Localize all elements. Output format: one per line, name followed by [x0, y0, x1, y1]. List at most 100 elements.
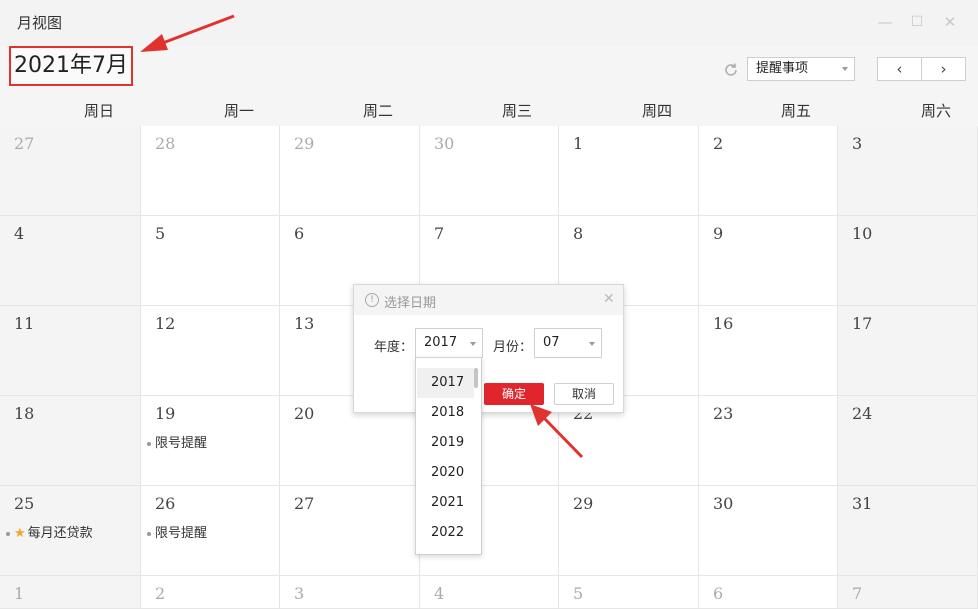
day-number: 6 [713, 584, 724, 603]
month-label: 月份： [493, 340, 533, 355]
refresh-icon[interactable] [723, 62, 739, 78]
year-option[interactable]: 2017 [417, 368, 474, 398]
day-number: 10 [852, 224, 873, 243]
day-cell[interactable]: 2 [141, 576, 280, 609]
day-cell[interactable]: 25 ★ 每月还贷款 [0, 486, 141, 576]
day-cell[interactable]: 30 [699, 486, 838, 576]
confirm-button[interactable]: 确定 [484, 383, 544, 405]
year-option[interactable]: 2019 [417, 428, 474, 458]
day-number: 4 [14, 224, 25, 243]
cancel-button[interactable]: 取消 [554, 383, 614, 405]
day-number: 29 [294, 134, 315, 153]
day-number: 27 [294, 494, 315, 513]
day-cell[interactable]: 5 [559, 576, 699, 609]
day-cell[interactable]: 26 限号提醒 [141, 486, 280, 576]
day-cell[interactable]: 29 [280, 126, 420, 216]
day-number: 12 [155, 314, 176, 333]
date-picker-dialog: ! 选择日期 ✕ 年度： 2017 月份： 07 确定 取消 [353, 284, 624, 413]
day-cell[interactable]: 3 [838, 126, 978, 216]
bullet-icon [147, 441, 151, 446]
day-cell[interactable]: 7 [838, 576, 978, 609]
day-cell[interactable]: 27 [0, 126, 141, 216]
day-cell[interactable]: 6 [699, 576, 838, 609]
year-option[interactable]: 2018 [417, 398, 474, 428]
dialog-title: 选择日期 [384, 296, 437, 311]
day-cell[interactable]: 31 [838, 486, 978, 576]
event-item[interactable]: 限号提醒 [147, 522, 207, 541]
dialog-header: ! 选择日期 ✕ [354, 285, 623, 315]
event-item[interactable]: 限号提醒 [147, 432, 207, 451]
year-value: 2017 [424, 335, 458, 350]
prev-month-button[interactable]: ‹ [878, 58, 921, 80]
year-select[interactable]: 2017 [415, 328, 483, 358]
minimize-icon[interactable]: — [877, 14, 893, 30]
day-cell[interactable]: 17 [838, 306, 978, 396]
day-cell[interactable]: 5 [141, 216, 280, 306]
day-number: 1 [573, 134, 584, 153]
event-item[interactable]: ★ 每月还贷款 [6, 522, 93, 541]
day-number: 24 [852, 404, 873, 423]
star-icon: ★ [14, 526, 26, 541]
day-cell[interactable]: 12 [141, 306, 280, 396]
day-number: 11 [14, 314, 35, 333]
day-cell[interactable]: 4 [420, 576, 559, 609]
year-option[interactable]: 2022 [417, 518, 474, 548]
day-number: 3 [852, 134, 863, 153]
day-number: 5 [573, 584, 584, 603]
day-cell[interactable]: 24 [838, 396, 978, 486]
event-type-select[interactable]: 提醒事项 [747, 57, 855, 81]
day-cell[interactable]: 28 [141, 126, 280, 216]
day-number: 30 [434, 134, 455, 153]
year-dropdown-list: 2017 2018 2019 2020 2021 2022 [415, 357, 482, 555]
day-number: 31 [852, 494, 873, 513]
day-cell[interactable]: 1 [0, 576, 141, 609]
title-bar: 月视图 — ☐ ✕ [0, 0, 978, 46]
chevron-down-icon [589, 342, 595, 346]
maximize-icon[interactable]: ☐ [909, 14, 925, 30]
day-cell[interactable]: 30 [420, 126, 559, 216]
close-icon[interactable]: ✕ [942, 14, 958, 30]
info-icon: ! [365, 293, 379, 307]
day-number: 29 [573, 494, 594, 513]
weekday-label: 周三 [502, 102, 533, 120]
day-number: 6 [294, 224, 305, 243]
weekday-label: 周二 [363, 102, 394, 120]
day-cell[interactable]: 1 [559, 126, 699, 216]
day-number: 13 [294, 314, 315, 333]
dialog-close-icon[interactable]: ✕ [603, 291, 615, 307]
app-title: 月视图 [17, 14, 63, 32]
event-title: 每月还贷款 [27, 526, 93, 541]
day-cell[interactable]: 18 [0, 396, 141, 486]
year-option[interactable]: 2020 [417, 458, 474, 488]
day-number: 17 [852, 314, 873, 333]
day-number: 7 [852, 584, 863, 603]
month-navigation: ‹ › [877, 57, 966, 81]
day-cell[interactable]: 27 [280, 486, 420, 576]
day-cell[interactable]: 4 [0, 216, 141, 306]
year-option[interactable]: 2021 [417, 488, 474, 518]
day-cell[interactable]: 29 [559, 486, 699, 576]
day-number: 5 [155, 224, 166, 243]
event-title: 限号提醒 [155, 526, 208, 541]
day-cell[interactable]: 9 [699, 216, 838, 306]
day-cell[interactable]: 11 [0, 306, 141, 396]
day-cell[interactable]: 10 [838, 216, 978, 306]
dropdown-scrollbar[interactable] [474, 368, 478, 388]
chevron-down-icon [470, 342, 476, 346]
day-cell[interactable]: 2 [699, 126, 838, 216]
day-number: 26 [155, 494, 176, 513]
month-value: 07 [543, 335, 560, 350]
bullet-icon [6, 531, 10, 536]
day-number: 28 [155, 134, 176, 153]
next-month-button[interactable]: › [922, 58, 965, 80]
day-number: 16 [713, 314, 734, 333]
day-cell[interactable]: 16 [699, 306, 838, 396]
day-cell[interactable]: 3 [280, 576, 420, 609]
month-select[interactable]: 07 [534, 328, 602, 358]
day-number: 2 [155, 584, 166, 603]
day-cell[interactable]: 23 [699, 396, 838, 486]
month-title[interactable]: 2021年7月 [9, 46, 133, 86]
weekday-label: 周日 [84, 102, 115, 120]
day-cell[interactable]: 19 限号提醒 [141, 396, 280, 486]
event-title: 限号提醒 [155, 436, 208, 451]
